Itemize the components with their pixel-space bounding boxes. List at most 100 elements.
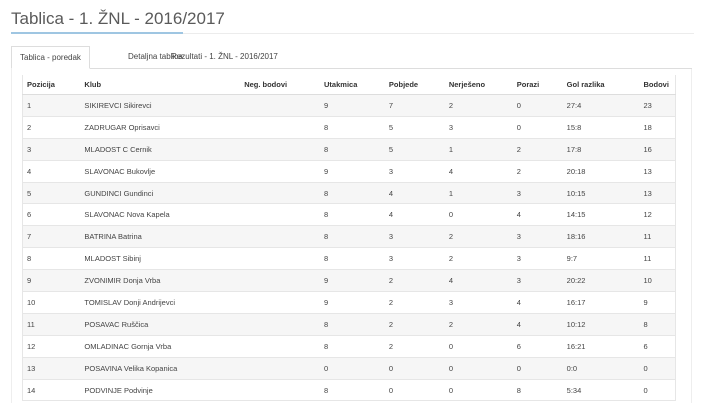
- column-header: Klub: [80, 75, 241, 95]
- wins-cell: 0: [384, 357, 445, 380]
- column-header: Bodovi: [639, 75, 677, 95]
- position-cell: 12: [22, 335, 81, 358]
- table-row: 5 GUNDINCI Gundinci 8 4 1 3 10:15 13: [22, 182, 677, 205]
- wins-cell: 2: [384, 291, 445, 314]
- position-cell: 1: [22, 94, 81, 117]
- negative-points-cell: [240, 182, 321, 205]
- points-cell: 9: [639, 291, 677, 314]
- club-cell: ZVONIMIR Donja Vrba: [80, 269, 241, 293]
- wins-cell: 4: [384, 203, 445, 227]
- goal-difference-cell: 17:8: [562, 138, 640, 161]
- draws-cell: 1: [444, 182, 513, 205]
- position-cell: 14: [22, 379, 81, 402]
- losses-cell: 0: [512, 116, 563, 139]
- draws-cell: 3: [444, 291, 513, 314]
- table-row: 9 ZVONIMIR Donja Vrba 9 2 4 3 20:22 10: [22, 269, 677, 293]
- goal-difference-cell: 16:17: [562, 291, 640, 314]
- matches-cell: 8: [320, 116, 385, 139]
- draws-cell: 0: [444, 203, 513, 227]
- club-cell: MLADOST C Cernik: [80, 138, 241, 161]
- goal-difference-cell: 0:0: [562, 357, 640, 380]
- tab-rezultati[interactable]: Rezultati - 1. ŽNL - 2016/2017: [171, 46, 278, 68]
- points-cell: 6: [639, 335, 677, 358]
- losses-cell: 4: [512, 313, 563, 336]
- goal-difference-cell: 18:16: [562, 225, 640, 249]
- column-header: Gol razlika: [562, 75, 640, 95]
- goal-difference-cell: 15:8: [562, 116, 640, 139]
- club-cell: TOMISLAV Donji Andrijevci: [80, 291, 241, 314]
- matches-cell: 9: [320, 94, 385, 117]
- matches-cell: 9: [320, 160, 385, 183]
- club-cell: OMLADINAC Gornja Vrba: [80, 335, 241, 358]
- position-cell: 9: [22, 269, 81, 293]
- draws-cell: 4: [444, 269, 513, 293]
- losses-cell: 3: [512, 225, 563, 249]
- draws-cell: 4: [444, 160, 513, 183]
- position-cell: 8: [22, 247, 81, 271]
- negative-points-cell: [240, 203, 321, 227]
- column-header: Utakmica: [320, 75, 385, 95]
- draws-cell: 0: [444, 335, 513, 358]
- draws-cell: 2: [444, 225, 513, 249]
- losses-cell: 2: [512, 160, 563, 183]
- tab-tablica-poredak[interactable]: Tablica - poredak: [11, 46, 90, 69]
- table-row: 2 ZADRUGAR Oprisavci 8 5 3 0 15:8 18: [22, 116, 677, 139]
- table-row: 14 PODVINJE Podvinje 8 0 0 8 5:34 0: [22, 379, 677, 402]
- goal-difference-cell: 16:21: [562, 335, 640, 358]
- club-cell: ZADRUGAR Oprisavci: [80, 116, 241, 139]
- matches-cell: 8: [320, 313, 385, 336]
- goal-difference-cell: 14:15: [562, 203, 640, 227]
- table-body: 1 SIKIREVCI Sikirevci 9 7 2 0 27:4 23 2 ZADRUGAR …: [22, 94, 677, 402]
- negative-points-cell: [240, 94, 321, 117]
- losses-cell: 2: [512, 138, 563, 161]
- draws-cell: 3: [444, 116, 513, 139]
- matches-cell: 8: [320, 379, 385, 402]
- losses-cell: 0: [512, 94, 563, 117]
- tab-bar: Tablica - poredak Detaljna tablica Rezul…: [11, 46, 692, 69]
- position-cell: 11: [22, 313, 81, 336]
- goal-difference-cell: 27:4: [562, 94, 640, 117]
- negative-points-cell: [240, 335, 321, 358]
- negative-points-cell: [240, 247, 321, 271]
- points-cell: 12: [639, 203, 677, 227]
- wins-cell: 0: [384, 379, 445, 402]
- losses-cell: 6: [512, 335, 563, 358]
- table-row: 7 BATRINA Batrina 8 3 2 3 18:16 11: [22, 225, 677, 249]
- negative-points-cell: [240, 313, 321, 336]
- standings-table: Pozicija Klub Neg. bodovi Utakmica Pobje…: [22, 75, 677, 402]
- goal-difference-cell: 10:12: [562, 313, 640, 336]
- table-header-row: Pozicija Klub Neg. bodovi Utakmica Pobje…: [22, 75, 677, 95]
- matches-cell: 8: [320, 225, 385, 249]
- matches-cell: 8: [320, 182, 385, 205]
- losses-cell: 0: [512, 357, 563, 380]
- title-underline: [11, 32, 183, 34]
- matches-cell: 8: [320, 247, 385, 271]
- club-cell: SIKIREVCI Sikirevci: [80, 94, 241, 117]
- points-cell: 11: [639, 225, 677, 249]
- column-header: Porazi: [512, 75, 563, 95]
- wins-cell: 3: [384, 160, 445, 183]
- wins-cell: 3: [384, 247, 445, 271]
- club-cell: GUNDINCI Gundinci: [80, 182, 241, 205]
- matches-cell: 9: [320, 269, 385, 293]
- draws-cell: 0: [444, 379, 513, 402]
- points-cell: 16: [639, 138, 677, 161]
- column-header: Pobjede: [384, 75, 445, 95]
- position-cell: 5: [22, 182, 81, 205]
- wins-cell: 5: [384, 116, 445, 139]
- position-cell: 10: [22, 291, 81, 314]
- table-row: 3 MLADOST C Cernik 8 5 1 2 17:8 16: [22, 138, 677, 161]
- losses-cell: 3: [512, 269, 563, 293]
- points-cell: 0: [639, 379, 677, 402]
- wins-cell: 2: [384, 335, 445, 358]
- table-row: 8 MLADOST Sibinj 8 3 2 3 9:7 11: [22, 247, 677, 271]
- draws-cell: 2: [444, 313, 513, 336]
- draws-cell: 2: [444, 94, 513, 117]
- matches-cell: 8: [320, 138, 385, 161]
- points-cell: 13: [639, 182, 677, 205]
- wins-cell: 7: [384, 94, 445, 117]
- losses-cell: 4: [512, 291, 563, 314]
- matches-cell: 9: [320, 291, 385, 314]
- wins-cell: 4: [384, 182, 445, 205]
- matches-cell: 8: [320, 203, 385, 227]
